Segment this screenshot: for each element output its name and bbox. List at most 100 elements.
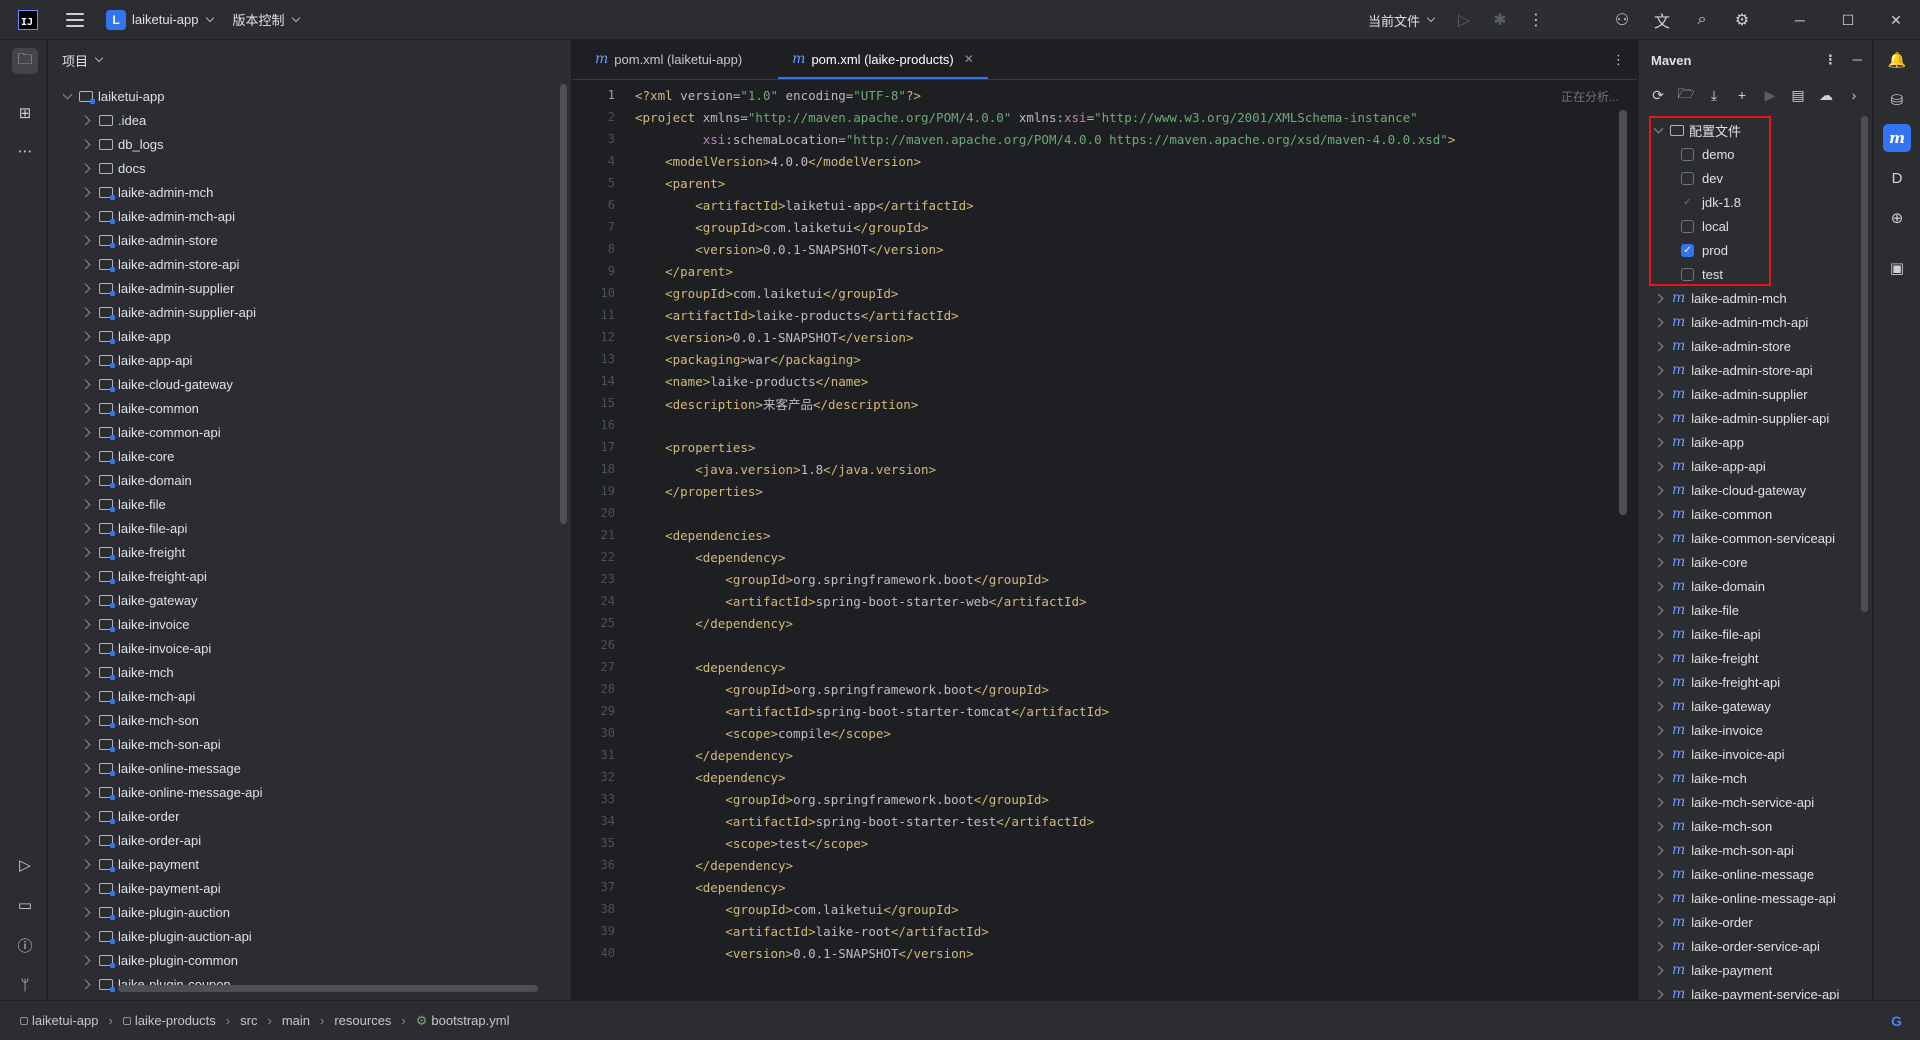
expand-arrow-icon[interactable] bbox=[80, 139, 91, 149]
web-icon[interactable]: ⊕ bbox=[1883, 204, 1911, 232]
tree-item[interactable]: laike-freight bbox=[48, 540, 561, 564]
expand-arrow-icon[interactable] bbox=[80, 907, 91, 917]
project-panel-header[interactable]: 项目 bbox=[48, 40, 571, 80]
profile-checkbox[interactable] bbox=[1681, 171, 1694, 185]
profile-item[interactable]: test bbox=[1639, 262, 1872, 286]
expand-arrow-icon[interactable] bbox=[80, 379, 91, 389]
tree-item[interactable]: laike-domain bbox=[48, 468, 561, 492]
expand-arrow-icon[interactable] bbox=[1653, 485, 1664, 495]
expand-arrow-icon[interactable] bbox=[1653, 845, 1664, 855]
code-line[interactable]: 8 <version>0.0.1-SNAPSHOT</version> bbox=[573, 238, 1637, 260]
main-menu-icon[interactable] bbox=[66, 12, 84, 27]
tree-item[interactable]: laike-admin-store bbox=[48, 228, 561, 252]
project-scrollbar[interactable] bbox=[560, 84, 567, 524]
tree-item[interactable]: laike-admin-mch-api bbox=[48, 204, 561, 228]
code-line[interactable]: 17 <properties> bbox=[573, 436, 1637, 458]
expand-arrow-icon[interactable] bbox=[80, 331, 91, 341]
maven-module[interactable]: m laike-mch-service-api bbox=[1639, 790, 1872, 814]
maven-module[interactable]: m laike-common bbox=[1639, 502, 1872, 526]
tree-item[interactable]: laike-online-message-api bbox=[48, 780, 561, 804]
expand-arrow-icon[interactable] bbox=[1653, 365, 1664, 375]
code-editor[interactable]: 1 <?xml version="1.0" encoding="UTF-8"?> 2… bbox=[573, 84, 1637, 961]
run-icon[interactable]: ▶ bbox=[1761, 87, 1779, 104]
expand-arrow-icon[interactable] bbox=[1653, 461, 1664, 471]
notifications-icon[interactable]: 🔔 bbox=[1883, 46, 1911, 74]
expand-arrow-icon[interactable] bbox=[80, 619, 91, 629]
tree-item[interactable]: laike-order-api bbox=[48, 828, 561, 852]
profile-item[interactable]: ✓ prod bbox=[1639, 238, 1872, 262]
maven-module[interactable]: m laike-admin-mch bbox=[1639, 286, 1872, 310]
expand-arrow-icon[interactable] bbox=[1653, 773, 1664, 783]
project-hscrollbar[interactable] bbox=[118, 985, 538, 992]
git-branch-icon[interactable]: ᛘ bbox=[12, 972, 38, 998]
maven-module[interactable]: m laike-gateway bbox=[1639, 694, 1872, 718]
tree-item[interactable]: laike-mch-son-api bbox=[48, 732, 561, 756]
code-line[interactable]: 21 <dependencies> bbox=[573, 524, 1637, 546]
problems-icon[interactable]: ⓘ bbox=[12, 932, 38, 958]
maven-module[interactable]: m laike-order bbox=[1639, 910, 1872, 934]
expand-arrow-icon[interactable] bbox=[1653, 749, 1664, 759]
code-line[interactable]: 38 <groupId>com.laiketui</groupId> bbox=[573, 898, 1637, 920]
editor-scrollbar[interactable] bbox=[1619, 110, 1627, 515]
maven-module[interactable]: m laike-invoice bbox=[1639, 718, 1872, 742]
expand-arrow-icon[interactable] bbox=[80, 739, 91, 749]
expand-arrow-icon[interactable] bbox=[80, 787, 91, 797]
expand-arrow-icon[interactable] bbox=[1653, 581, 1664, 591]
expand-arrow-icon[interactable] bbox=[1653, 677, 1664, 687]
maven-module[interactable]: m laike-mch-son bbox=[1639, 814, 1872, 838]
profile-checkbox[interactable]: ✓ bbox=[1681, 243, 1694, 257]
code-line[interactable]: 40 <version>0.0.1-SNAPSHOT</version> bbox=[573, 942, 1637, 961]
tree-item[interactable]: .idea bbox=[48, 108, 561, 132]
expand-arrow-icon[interactable] bbox=[80, 571, 91, 581]
expand-arrow-icon[interactable] bbox=[1653, 317, 1664, 327]
profile-checkbox[interactable] bbox=[1681, 267, 1694, 281]
maven-module[interactable]: m laike-invoice-api bbox=[1639, 742, 1872, 766]
code-line[interactable]: 13 <packaging>war</packaging> bbox=[573, 348, 1637, 370]
profile-item[interactable]: local bbox=[1639, 214, 1872, 238]
code-line[interactable]: 32 <dependency> bbox=[573, 766, 1637, 788]
code-line[interactable]: 23 <groupId>org.springframework.boot</gr… bbox=[573, 568, 1637, 590]
tree-item[interactable]: laike-app bbox=[48, 324, 561, 348]
maven-module[interactable]: m laike-app-api bbox=[1639, 454, 1872, 478]
tree-item[interactable]: laike-cloud-gateway bbox=[48, 372, 561, 396]
code-line[interactable]: 31 </dependency> bbox=[573, 744, 1637, 766]
services-icon[interactable]: ▷ bbox=[12, 852, 38, 878]
tree-item[interactable]: laike-plugin-coupon bbox=[48, 972, 561, 996]
maven-module[interactable]: m laike-admin-supplier-api bbox=[1639, 406, 1872, 430]
expand-arrow-icon[interactable] bbox=[80, 211, 91, 221]
skip-tests-icon[interactable]: ☁ bbox=[1817, 87, 1835, 104]
expand-arrow-icon[interactable] bbox=[1653, 917, 1664, 927]
tree-item[interactable]: laike-payment-api bbox=[48, 876, 561, 900]
code-line[interactable]: 20 bbox=[573, 502, 1637, 524]
expand-arrow-icon[interactable] bbox=[80, 283, 91, 293]
tab-pom-laiketui-app[interactable]: m pom.xml (laiketui-app) bbox=[581, 39, 756, 79]
code-line[interactable]: 11 <artifactId>laike-products</artifactI… bbox=[573, 304, 1637, 326]
settings-gear-icon[interactable]: ⚙ bbox=[1732, 10, 1752, 30]
more-actions-icon[interactable]: ⋮ bbox=[1526, 10, 1546, 30]
tree-item[interactable]: laike-plugin-auction bbox=[48, 900, 561, 924]
code-line[interactable]: 1 <?xml version="1.0" encoding="UTF-8"?> bbox=[573, 84, 1637, 106]
maven-module[interactable]: m laike-mch bbox=[1639, 766, 1872, 790]
tree-item[interactable]: laike-mch bbox=[48, 660, 561, 684]
code-line[interactable]: 35 <scope>test</scope> bbox=[573, 832, 1637, 854]
google-icon[interactable]: G bbox=[1891, 1013, 1902, 1029]
terminal-icon[interactable]: ▭ bbox=[12, 892, 38, 918]
expand-arrow-icon[interactable] bbox=[80, 499, 91, 509]
breadcrumb-item[interactable]: resources bbox=[334, 1013, 391, 1028]
code-line[interactable]: 25 </dependency> bbox=[573, 612, 1637, 634]
code-line[interactable]: 39 <artifactId>laike-root</artifactId> bbox=[573, 920, 1637, 942]
chevron-right-icon[interactable]: › bbox=[1845, 87, 1863, 103]
code-line[interactable]: 36 </dependency> bbox=[573, 854, 1637, 876]
maven-module[interactable]: m laike-freight bbox=[1639, 646, 1872, 670]
expand-arrow-icon[interactable] bbox=[80, 163, 91, 173]
expand-arrow-icon[interactable] bbox=[80, 235, 91, 245]
structure-icon[interactable]: ⊞ bbox=[12, 100, 38, 126]
expand-arrow-icon[interactable] bbox=[80, 859, 91, 869]
code-line[interactable]: 2 <project xmlns="http://maven.apache.org… bbox=[573, 106, 1637, 128]
close-icon[interactable]: ✕ bbox=[1872, 12, 1920, 29]
project-folder-icon[interactable]: 🗀 bbox=[12, 48, 38, 74]
expand-arrow-icon[interactable] bbox=[80, 403, 91, 413]
maven-module[interactable]: m laike-admin-mch-api bbox=[1639, 310, 1872, 334]
maven-module[interactable]: m laike-file bbox=[1639, 598, 1872, 622]
more-actions-icon[interactable]: ⋮ bbox=[1824, 52, 1837, 68]
